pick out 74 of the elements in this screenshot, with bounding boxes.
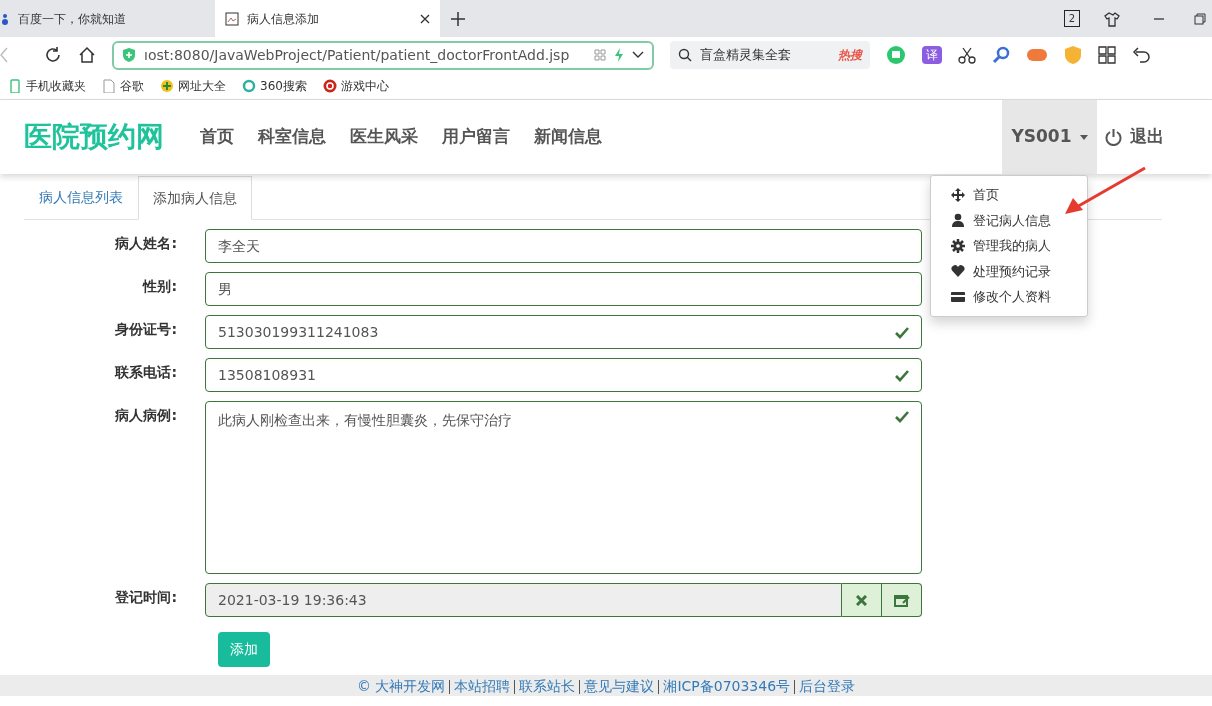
date-field[interactable]: 2021-03-19 19:36:43 <box>205 583 842 617</box>
nav-link[interactable]: 科室信息 <box>250 124 334 150</box>
field-label: 病人病例: <box>114 406 178 425</box>
calendar-icon <box>893 593 910 607</box>
chevron-down-icon[interactable] <box>632 51 644 59</box>
menu-item[interactable]: 登记病人信息 <box>931 207 1087 233</box>
new-tab-icon[interactable] <box>450 10 466 27</box>
grid-icon[interactable] <box>1098 46 1116 64</box>
search-icon <box>678 48 692 62</box>
heart-icon <box>951 264 965 279</box>
reload-icon[interactable] <box>44 46 62 64</box>
footer-link[interactable]: 后台登录 <box>799 678 856 695</box>
power-icon <box>1105 128 1122 146</box>
plus-circle-icon <box>160 79 174 93</box>
user-icon <box>951 213 965 228</box>
input-field[interactable]: 李全天 <box>205 229 922 263</box>
tab-title: 病人信息添加 <box>247 10 320 28</box>
bookmark[interactable]: 谷歌 <box>102 77 144 95</box>
move-icon <box>951 187 965 202</box>
tab-title: 百度一下，你就知道 <box>18 10 127 28</box>
close-icon <box>856 594 867 606</box>
address-bar[interactable]: ıost:8080/JavaWebProject/Patient/patient_doctorFrontAdd.jsp <box>112 40 654 70</box>
scissors-icon[interactable] <box>958 46 976 64</box>
translate-button[interactable]: 译 <box>922 46 942 64</box>
bookmark[interactable]: 游戏中心 <box>322 77 389 95</box>
phone-icon <box>8 79 22 93</box>
shield-icon <box>122 47 136 63</box>
logout-link[interactable]: 退出 <box>1105 124 1164 150</box>
field-label: 登记时间: <box>114 588 178 607</box>
nav-link[interactable]: 首页 <box>192 124 242 150</box>
caret-icon <box>1079 134 1088 140</box>
user-menu-button[interactable]: YS001 <box>1002 100 1097 174</box>
menu-item[interactable]: 首页 <box>931 182 1087 208</box>
bookmark[interactable]: 360搜索 <box>242 77 307 95</box>
nav-link[interactable]: 新闻信息 <box>526 124 610 150</box>
footer-link[interactable]: 联系站长 <box>519 678 576 695</box>
browser-tab[interactable]: 百度一下，你就知道 <box>0 0 215 37</box>
tab[interactable]: 病人信息列表 <box>24 176 138 219</box>
undo-icon[interactable] <box>1132 46 1150 64</box>
gear-icon <box>951 238 965 253</box>
input-field[interactable]: 513030199311241083 <box>205 315 922 349</box>
browser-tab[interactable]: 病人信息添加 <box>215 0 440 37</box>
input-field[interactable]: 男 <box>205 272 922 306</box>
footer-link[interactable]: 湘ICP备0703346号 <box>663 678 791 695</box>
tab[interactable]: 添加病人信息 <box>138 176 252 220</box>
card-icon <box>951 289 965 304</box>
tab-count[interactable]: 2 <box>1063 10 1080 27</box>
home-icon[interactable] <box>78 46 96 64</box>
field-label: 病人姓名: <box>114 234 178 253</box>
calendar-button[interactable] <box>882 583 922 617</box>
nav-link[interactable]: 医生风采 <box>342 124 426 150</box>
footer-link[interactable]: 意见与建议 <box>584 678 655 695</box>
field-label: 联系电话: <box>113 363 178 382</box>
restore-icon[interactable] <box>1194 12 1206 25</box>
search-field[interactable]: 盲盒精灵集全套 热搜 <box>670 41 870 69</box>
footer-link[interactable]: © 大神开发网 <box>356 678 446 695</box>
menu-item[interactable]: 处理预约记录 <box>931 258 1087 284</box>
shirt-icon[interactable] <box>1104 10 1120 27</box>
text-area[interactable]: 此病人刚检查出来，有慢性胆囊炎，先保守治疗 <box>205 401 922 574</box>
bookmark[interactable]: 网址大全 <box>160 77 226 95</box>
menu-item[interactable]: 管理我的病人 <box>931 233 1087 259</box>
clear-button[interactable] <box>842 583 882 617</box>
magnifier-icon[interactable] <box>992 46 1010 64</box>
ring-icon <box>242 79 256 93</box>
bookmark[interactable]: 手机收藏夹 <box>8 77 86 95</box>
menu-item[interactable]: 修改个人资料 <box>931 284 1087 310</box>
close-icon[interactable] <box>420 13 430 24</box>
page-icon <box>102 79 116 93</box>
input-field[interactable]: 13508108931 <box>205 358 922 392</box>
field-label: 身份证号: <box>114 320 178 339</box>
page-icon <box>225 11 239 26</box>
footer-link[interactable]: 本站招聘 <box>454 678 511 695</box>
nav-link[interactable]: 用户留言 <box>434 124 518 150</box>
field-label: 性别: <box>141 277 178 296</box>
